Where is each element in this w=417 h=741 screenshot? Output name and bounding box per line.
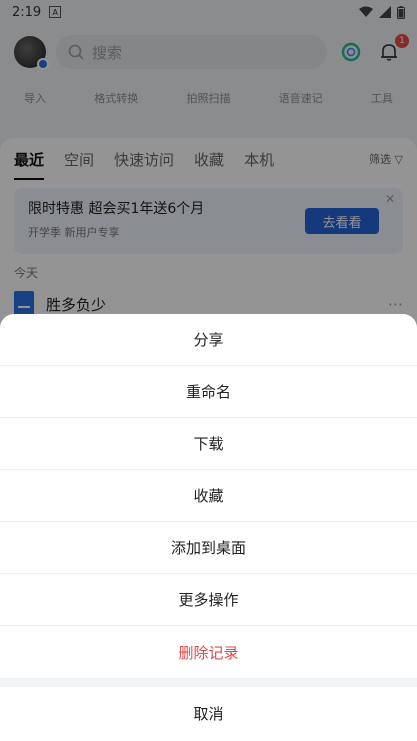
delete-record-button[interactable]: 删除记录	[0, 626, 417, 678]
rename-button[interactable]: 重命名	[0, 366, 417, 418]
cancel-button[interactable]: 取消	[0, 687, 417, 739]
add-to-desktop-button[interactable]: 添加到桌面	[0, 522, 417, 574]
favorite-button[interactable]: 收藏	[0, 470, 417, 522]
download-button[interactable]: 下载	[0, 418, 417, 470]
action-sheet: 分享 重命名 下载 收藏 添加到桌面 更多操作 删除记录 取消	[0, 314, 417, 741]
more-actions-button[interactable]: 更多操作	[0, 574, 417, 626]
sheet-divider	[0, 678, 417, 687]
share-button[interactable]: 分享	[0, 314, 417, 366]
